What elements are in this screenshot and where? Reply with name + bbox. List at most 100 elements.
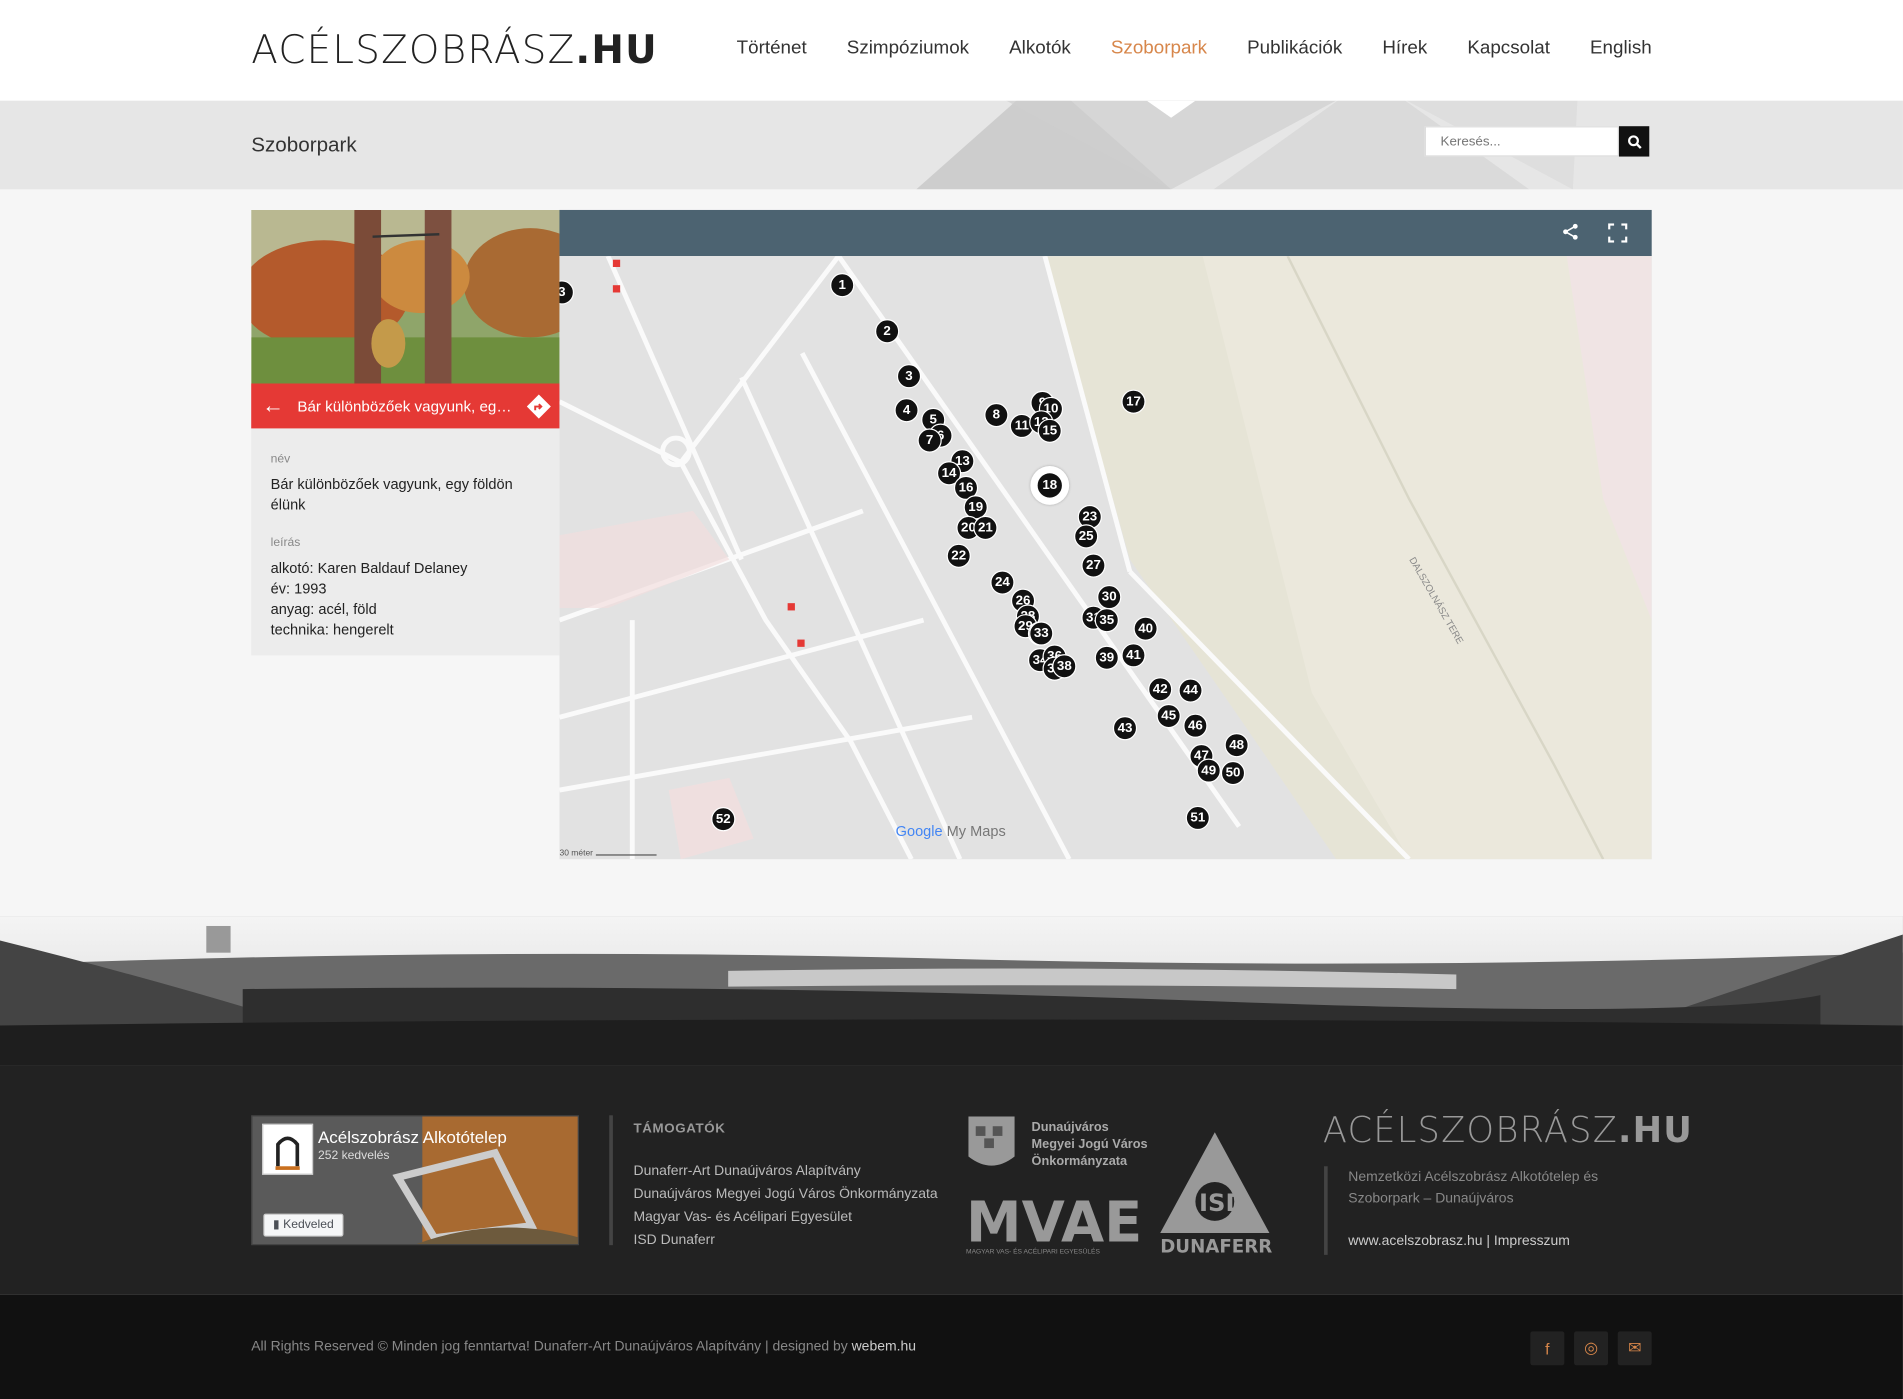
nav-szimpoziumok[interactable]: Szimpóziumok [847, 38, 969, 60]
svg-text:MVAE: MVAE [966, 1191, 1142, 1256]
desc-year: év: 1993 [270, 580, 327, 598]
detail-fields: név Bár különbözőek vagyunk, egy földön … [271, 449, 544, 641]
footer-logo: ACÉLSZOBRÁSZ.HU [1322, 1109, 1694, 1151]
map-marker[interactable]: 42 [1148, 677, 1173, 702]
map-marker[interactable]: 48 [1224, 733, 1249, 758]
nav-kapcsolat[interactable]: Kapcsolat [1467, 38, 1550, 60]
map-marker[interactable]: 40 [1133, 616, 1158, 641]
main-nav: Történet Szimpóziumok Alkotók Szoborpark… [697, 38, 1652, 60]
nav-hirek[interactable]: Hírek [1382, 38, 1427, 60]
map-marker[interactable]: 15 [1037, 418, 1062, 443]
sponsor-logos: Dunaújváros Megyei Jogú Város Önkormányz… [966, 1114, 1282, 1260]
instagram-icon[interactable]: ◎ [1574, 1331, 1609, 1366]
search-icon [1627, 134, 1642, 149]
map-marker[interactable]: 8 [984, 402, 1009, 428]
directions-icon[interactable] [518, 393, 559, 418]
map-marker[interactable]: 44 [1178, 678, 1203, 703]
site-logo[interactable]: ACÉLSZOBRÁSZ.HU [251, 27, 658, 73]
map-marker[interactable]: 25 [1074, 524, 1099, 549]
map-marker[interactable]: 38 [1052, 654, 1077, 679]
facebook-icon: ▮ [273, 1218, 284, 1232]
google-my-maps-attribution: Google My Maps [895, 822, 1006, 840]
detail-header: ← Bár különbözőek vagyunk, egy f... [251, 383, 560, 429]
facebook-page-name[interactable]: Acélszobrász Alkotótelep [318, 1127, 507, 1146]
map-marker[interactable]: 52 [711, 807, 736, 832]
social-links: f ◎ ✉ [1530, 1331, 1652, 1366]
map-marker[interactable]: 41 [1121, 643, 1146, 668]
sponsors-title: TÁMOGATÓK [633, 1121, 726, 1136]
footer-description: Nemzetközi Acélszobrász Alkotótelep és S… [1348, 1169, 1599, 1207]
facebook-like-button[interactable]: ▮ Kedveled [263, 1213, 344, 1237]
map-marker[interactable]: 3 [896, 364, 922, 389]
sculpture-park-map: ← Bár különbözőek vagyunk, egy f... név … [251, 209, 1652, 860]
facebook-page-widget[interactable]: Acélszobrász Alkotótelep 252 kedvelés ▮ … [251, 1115, 579, 1246]
nav-alkotok[interactable]: Alkotók [1009, 38, 1071, 60]
facebook-icon[interactable]: f [1530, 1331, 1565, 1366]
svg-text:ISD: ISD [1199, 1188, 1246, 1217]
nav-publikaciok[interactable]: Publikációk [1247, 38, 1342, 60]
map-marker[interactable]: 33 [1029, 621, 1054, 646]
site-footer: Acélszobrász Alkotótelep 252 kedvelés ▮ … [0, 1065, 1903, 1295]
map-base: DALSZOLNÁSZ TERE [559, 256, 1652, 860]
map-marker[interactable]: 46 [1183, 713, 1208, 738]
facebook-page-avatar [262, 1123, 314, 1175]
search-button[interactable] [1618, 126, 1650, 157]
map-toolbar [559, 209, 1652, 257]
map-marker[interactable]: 39 [1094, 645, 1119, 670]
search-form [1424, 126, 1651, 157]
back-arrow-icon[interactable]: ← [251, 393, 295, 418]
email-icon[interactable]: ✉ [1617, 1331, 1652, 1366]
desc-technique: technika: hengerelt [270, 621, 394, 639]
name-label: név [270, 452, 291, 467]
map-marker[interactable]: 50 [1220, 760, 1246, 786]
map-canvas[interactable]: DALSZOLNÁSZ TERE 12345678910111213141516… [559, 256, 1652, 860]
sculpture-photo [251, 209, 560, 384]
map-marker[interactable]: 2 [875, 319, 900, 344]
nav-tortenet[interactable]: Történet [737, 38, 807, 60]
footer-links: www.acelszobrasz.hu | Impresszum [1348, 1234, 1570, 1249]
page-title-bar: Szoborpark [0, 100, 1903, 190]
desc-artist: alkotó: Karen Baldauf Delaney [270, 559, 468, 577]
designer-link[interactable]: webem.hu [852, 1340, 916, 1355]
map-marker[interactable]: 4 [894, 398, 919, 423]
map-marker[interactable]: 49 [1196, 758, 1221, 783]
site-link[interactable]: www.acelszobrasz.hu [1348, 1234, 1482, 1249]
map-detail-panel: ← Bár különbözőek vagyunk, egy f... név … [251, 209, 560, 656]
description-label: leírás [270, 536, 301, 550]
map-marker[interactable]: 18 [1030, 466, 1070, 505]
map-marker[interactable]: 43 [1112, 716, 1138, 741]
map-marker[interactable]: 7 [917, 428, 942, 453]
desc-material: anyag: acél, föld [270, 600, 377, 618]
nav-english[interactable]: English [1590, 38, 1652, 60]
svg-text:MAGYAR VAS- ÉS ACÉLIPARI EGYES: MAGYAR VAS- ÉS ACÉLIPARI EGYESÜLÉS [966, 1247, 1100, 1256]
map-marker[interactable]: 17 [1121, 389, 1146, 414]
nav-szoborpark[interactable]: Szoborpark [1111, 38, 1207, 60]
name-value: Bár különbözőek vagyunk, egy földön élün… [270, 475, 513, 514]
search-input[interactable] [1424, 126, 1619, 157]
map-marker[interactable]: 30 [1097, 584, 1122, 610]
site-header: ACÉLSZOBRÁSZ.HU Történet Szimpóziumok Al… [0, 0, 1903, 101]
map-marker[interactable]: 22 [946, 543, 971, 568]
svg-text:Megyei Jogú Város: Megyei Jogú Város [1032, 1136, 1148, 1151]
map-marker[interactable]: 45 [1156, 703, 1181, 729]
copyright-text: All Rights Reserved © Minden jog fenntar… [251, 1339, 917, 1355]
footer-divider [609, 1115, 613, 1246]
sponsor-item: Dunaferr-Art Dunaújváros Alapítvány [633, 1163, 861, 1179]
map-marker[interactable]: 35 [1094, 608, 1119, 633]
impressum-link[interactable]: Impresszum [1494, 1234, 1570, 1249]
copyright-bar: All Rights Reserved © Minden jog fenntar… [0, 1294, 1903, 1399]
share-icon[interactable] [1562, 223, 1579, 246]
fullscreen-icon[interactable] [1608, 223, 1628, 248]
map-marker[interactable]: 51 [1185, 805, 1210, 831]
svg-text:Önkormányzata: Önkormányzata [1032, 1153, 1128, 1168]
panorama-landscape [0, 916, 1903, 1066]
sponsors-list: TÁMOGATÓK Dunaferr-Art Dunaújváros Alapí… [633, 1118, 937, 1253]
panorama-image [0, 916, 1903, 1066]
map-marker[interactable]: 1 [830, 273, 855, 298]
map-marker[interactable]: 21 [973, 515, 998, 541]
detail-title: Bár különbözőek vagyunk, egy f... [297, 397, 519, 415]
page-title: Szoborpark [251, 133, 357, 157]
map-marker[interactable]: 27 [1081, 553, 1106, 578]
map-marker[interactable]: 24 [990, 570, 1015, 595]
sponsor-item: ISD Dunaferr [633, 1233, 715, 1248]
